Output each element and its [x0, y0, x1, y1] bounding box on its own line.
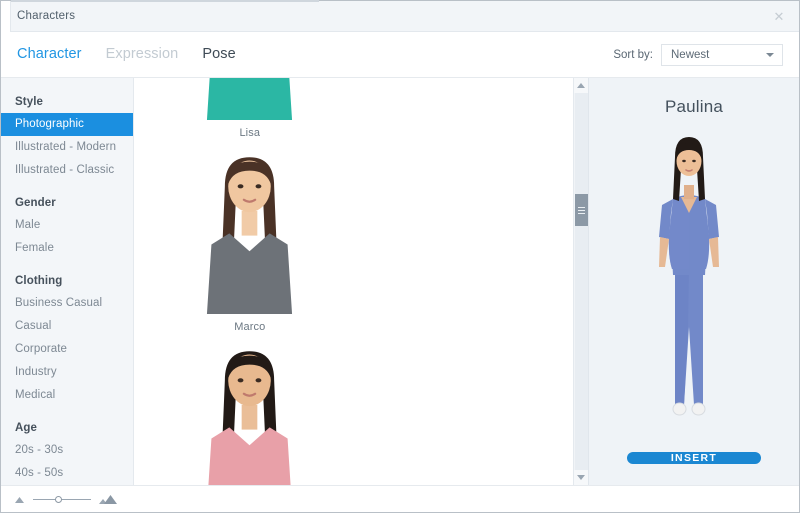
sort-selected-value: Newest	[671, 48, 710, 61]
insert-button[interactable]: INSERT	[627, 452, 761, 464]
character-thumbnail	[172, 340, 327, 485]
scrollbar-thumb[interactable]	[575, 194, 588, 226]
group-title-style: Style	[15, 96, 43, 108]
thumbnail-size-slider-knob[interactable]	[55, 495, 62, 503]
sidebar-item-photographic[interactable]: Photographic	[1, 113, 133, 136]
preview-figure	[589, 117, 799, 452]
character-grid-rows: Lisa Marco Ginnie Emily Paulina	[146, 78, 561, 485]
sort-by-label: Sort by:	[613, 48, 653, 61]
dialog-body: Style Photographic Illustrated - Modern …	[1, 78, 799, 485]
filter-group-style: Style Photographic Illustrated - Modern …	[1, 90, 133, 182]
sidebar-item-female[interactable]: Female	[1, 237, 133, 260]
chevron-down-icon	[766, 52, 774, 57]
sidebar-item-casual[interactable]: Casual	[1, 315, 133, 338]
character-thumbnail-image	[207, 157, 293, 314]
character-cell[interactable]: Lisa	[146, 78, 354, 146]
scroll-down-arrow-icon[interactable]	[574, 470, 588, 485]
group-title-gender: Gender	[15, 197, 56, 209]
character-cell[interactable]: Marco	[146, 146, 354, 340]
sidebar-item-business-casual[interactable]: Business Casual	[1, 292, 133, 315]
sort-select[interactable]: Newest	[661, 43, 783, 66]
close-icon[interactable]: ✕	[759, 1, 799, 31]
sidebar-item-illustrated-classic[interactable]: Illustrated - Classic	[1, 159, 133, 182]
scrollbar-grip-icon	[578, 206, 585, 214]
filter-group-clothing: Clothing Business Casual Casual Corporat…	[1, 260, 133, 407]
character-thumbnail-image	[207, 78, 293, 120]
preview-panel: Paulina INSERT	[588, 78, 799, 485]
tab-pose[interactable]: Pose	[202, 46, 235, 63]
group-title-clothing: Clothing	[15, 275, 63, 287]
tab-character[interactable]: Character	[17, 46, 82, 63]
tab-expression[interactable]: Expression	[106, 46, 179, 63]
sidebar-item-industry[interactable]: Industry	[1, 361, 133, 384]
scroll-up-arrow-icon[interactable]	[574, 78, 588, 93]
sidebar-item-illustrated-modern[interactable]: Illustrated - Modern	[1, 136, 133, 159]
character-tile[interactable]: Lisa	[172, 78, 327, 146]
sidebar-item-20s-30s[interactable]: 20s - 30s	[1, 439, 133, 462]
thumbnail-size-slider[interactable]	[33, 495, 91, 503]
sort-control: Sort by: Newest	[613, 43, 783, 66]
sidebar-item-40s-50s[interactable]: 40s - 50s	[1, 462, 133, 485]
scrollbar-track[interactable]	[575, 93, 588, 470]
grid-scrollbar[interactable]	[573, 78, 588, 485]
tab-bar: Character Expression Pose Sort by: Newes…	[1, 32, 799, 78]
window-title: Characters	[17, 10, 76, 22]
thumbnail-size-control	[13, 493, 118, 506]
character-name-label: Lisa	[239, 127, 261, 139]
sidebar-item-male[interactable]: Male	[1, 214, 133, 237]
character-thumbnail	[172, 146, 327, 314]
preview-character-image	[659, 137, 719, 416]
character-name-label: Marco	[234, 321, 266, 333]
small-thumbnail-icon[interactable]	[13, 494, 26, 505]
filter-group-gender: Gender Male Female	[1, 182, 133, 260]
character-grid-panel: Lisa Marco Ginnie Emily Paulina	[134, 78, 588, 485]
large-thumbnail-icon[interactable]	[98, 493, 118, 506]
character-thumbnail-image	[208, 351, 291, 485]
filter-sidebar: Style Photographic Illustrated - Modern …	[1, 78, 134, 485]
characters-dialog: Characters ✕ Character Expression Pose S…	[0, 0, 800, 513]
character-tile[interactable]: Marco	[172, 146, 327, 340]
group-title-age: Age	[15, 422, 38, 434]
character-cell[interactable]: Ginnie	[146, 340, 354, 485]
window-frame-edge	[11, 0, 319, 2]
sidebar-item-medical[interactable]: Medical	[1, 384, 133, 407]
filter-group-age: Age 20s - 30s 40s - 50s 60s+	[1, 407, 133, 485]
sidebar-item-corporate[interactable]: Corporate	[1, 338, 133, 361]
character-tile[interactable]: Ginnie	[172, 340, 327, 485]
status-bar	[1, 485, 799, 512]
window-frame-stub	[1, 1, 11, 32]
title-bar: Characters ✕	[1, 0, 799, 32]
character-thumbnail	[172, 78, 327, 120]
preview-character-name: Paulina	[664, 97, 724, 116]
character-grid: Lisa Marco Ginnie Emily Paulina	[134, 78, 573, 485]
